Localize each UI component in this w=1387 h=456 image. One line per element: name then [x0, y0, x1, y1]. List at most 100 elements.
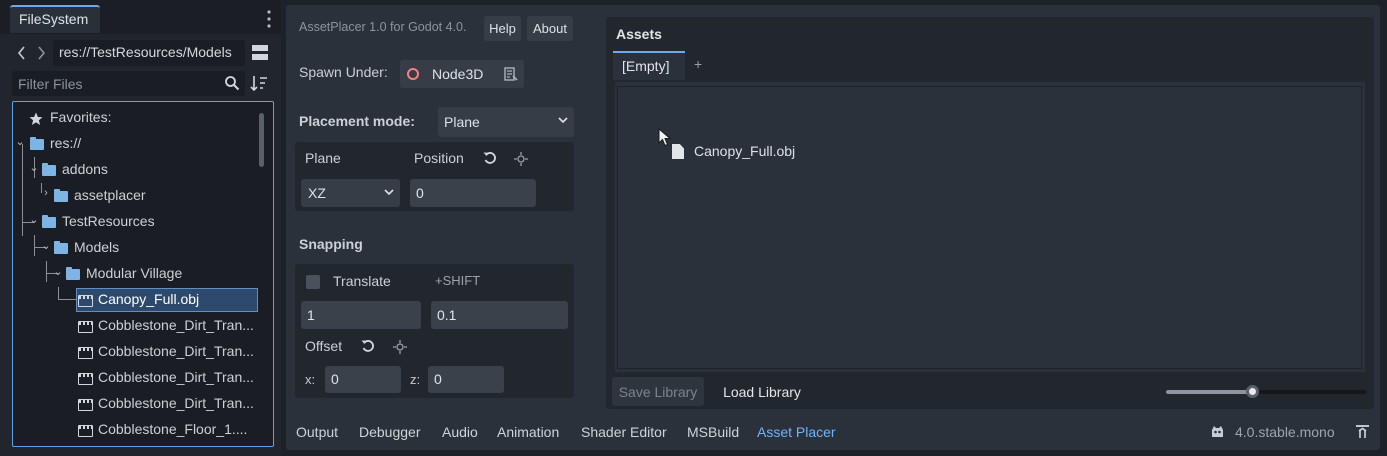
tree-item-res[interactable]: ⌄ res:// [13, 131, 258, 157]
tree-item-file[interactable]: Cobblestone_Dirt_Tran... [13, 365, 258, 391]
crosshair-icon[interactable] [514, 152, 528, 166]
chevron-right-icon [38, 46, 46, 60]
tab-shader-editor[interactable]: Shader Editor [581, 424, 667, 440]
folder-icon [30, 137, 44, 150]
crosshair-icon[interactable] [393, 340, 407, 354]
chevron-right-icon[interactable]: › [41, 187, 51, 199]
version-label: AssetPlacer 1.0 for Godot 4.0. [299, 20, 467, 34]
placement-mode-select[interactable]: Plane [438, 107, 574, 137]
tree-item-label: res:// [50, 135, 82, 151]
snap-step-field[interactable]: 1 [301, 301, 421, 329]
tree-item-label: Modular Village [86, 265, 183, 281]
chevron-down-icon[interactable]: ⌄ [29, 213, 39, 226]
tab-asset-placer[interactable]: Asset Placer [757, 424, 836, 440]
godot-icon [1210, 425, 1225, 439]
offset-label: Offset [305, 338, 343, 354]
path-field[interactable]: res://TestResources/Models [53, 40, 245, 66]
load-library-button[interactable]: Load Library [714, 377, 810, 406]
chevron-down-icon[interactable]: ⌄ [53, 265, 63, 278]
expand-panel-icon[interactable] [1355, 425, 1370, 439]
tree-item-label: Cobblestone_Dirt_Tran... [98, 395, 254, 411]
tree-item-canopy-full[interactable]: Canopy_Full.obj [13, 287, 258, 313]
tree-item-label: Favorites: [50, 109, 112, 125]
offset-x-field[interactable]: 0 [325, 366, 401, 393]
tree-item-label: Cobblestone_Dirt_Tran... [98, 317, 254, 333]
add-tab-button[interactable]: + [694, 56, 702, 72]
scene-file-icon [78, 321, 93, 333]
mouse-cursor-icon [658, 127, 672, 148]
chevron-down-icon[interactable]: ⌄ [41, 239, 51, 252]
placement-mode-value: Plane [444, 114, 480, 130]
spawn-under-label: Spawn Under: [299, 64, 388, 80]
scene-file-icon [78, 295, 93, 307]
chevron-down-icon[interactable]: ⌄ [15, 135, 25, 148]
chevron-left-icon [17, 46, 25, 60]
tree-item-label: Canopy_Full.obj [98, 291, 200, 307]
scene-file-icon [78, 399, 93, 411]
tree-item-file[interactable]: Cobblestone_Floor_1.... [13, 417, 258, 443]
tree-item-addons[interactable]: ⌄ addons [13, 157, 258, 183]
search-icon [224, 75, 240, 91]
tree-item-assetplacer[interactable]: › assetplacer [13, 183, 258, 209]
translate-checkbox[interactable] [306, 275, 320, 289]
tree-item-models[interactable]: ⌄ Models [13, 235, 258, 261]
tree-item-file[interactable]: Cobblestone_Dirt_Tran... [13, 339, 258, 365]
tree-item-testresources[interactable]: ⌄ TestResources [13, 209, 258, 235]
tab-debugger[interactable]: Debugger [359, 424, 421, 440]
spawn-node-label: Node3D [432, 66, 484, 82]
zoom-slider-fill [1166, 390, 1252, 394]
node-picker-icon[interactable] [504, 67, 518, 82]
zoom-slider[interactable] [1166, 390, 1366, 394]
tree-item-label: assetplacer [74, 187, 146, 203]
star-icon [29, 112, 43, 125]
offset-z-label: z: [410, 372, 421, 387]
tree-item-modular-village[interactable]: ⌄ Modular Village [13, 261, 258, 287]
folder-icon [42, 215, 56, 228]
folder-icon [54, 189, 68, 202]
tree-item-file[interactable]: Cobblestone_Dirt_Tran... [13, 391, 258, 417]
tree-item-label: addons [62, 161, 108, 177]
split-layout-icon[interactable] [252, 44, 268, 61]
scene-file-icon [78, 373, 93, 385]
plane-select[interactable]: XZ [301, 179, 400, 207]
reset-icon[interactable] [483, 151, 497, 165]
tab-empty-library[interactable]: [Empty] [613, 51, 685, 80]
help-button[interactable]: Help [484, 16, 521, 41]
reset-icon[interactable] [361, 339, 375, 353]
zoom-slider-handle[interactable] [1246, 385, 1259, 398]
tree-item-label: Cobblestone_Dirt_Tran... [98, 343, 254, 359]
position-field[interactable]: 0 [410, 179, 536, 207]
forward-button[interactable] [32, 40, 50, 66]
tab-audio[interactable]: Audio [442, 424, 478, 440]
snapping-label: Snapping [299, 236, 363, 252]
folder-icon [54, 241, 68, 254]
sort-icon[interactable] [250, 74, 268, 92]
tree-item-label: Cobblestone_Floor_1.... [98, 421, 248, 437]
tab-animation[interactable]: Animation [497, 424, 559, 440]
asset-item-label[interactable]: Canopy_Full.obj [694, 143, 795, 159]
assets-drop-area[interactable] [617, 86, 1362, 369]
placement-mode-label: Placement mode: [299, 113, 415, 129]
plane-value: XZ [308, 185, 326, 201]
tab-filesystem[interactable]: FileSystem [10, 5, 100, 33]
dock-menu-icon[interactable] [262, 9, 276, 29]
shift-hint-label: +SHIFT [435, 273, 481, 288]
chevron-down-icon[interactable]: ⌄ [29, 161, 39, 174]
node3d-icon [407, 68, 419, 80]
tree-item-favorites[interactable]: Favorites: [13, 105, 258, 131]
snap-shift-step-field[interactable]: 0.1 [431, 301, 568, 329]
about-button[interactable]: About [527, 16, 573, 41]
tree-item-file[interactable]: Cobblestone_Dirt_Tran... [13, 313, 258, 339]
engine-version-label: 4.0.stable.mono [1235, 424, 1335, 440]
plane-label: Plane [305, 150, 341, 166]
offset-z-field[interactable]: 0 [428, 366, 504, 393]
spawn-node-button[interactable]: Node3D [400, 60, 524, 88]
save-library-button[interactable]: Save Library [612, 377, 704, 406]
back-button[interactable] [13, 40, 31, 66]
file-tree[interactable]: Favorites: ⌄ res:// ⌄ addons › assetplac… [12, 101, 274, 447]
tree-scrollbar[interactable] [259, 113, 264, 167]
tab-output[interactable]: Output [296, 424, 338, 440]
filter-files-input[interactable] [12, 71, 217, 96]
tab-msbuild[interactable]: MSBuild [687, 424, 739, 440]
offset-x-label: x: [305, 372, 316, 387]
